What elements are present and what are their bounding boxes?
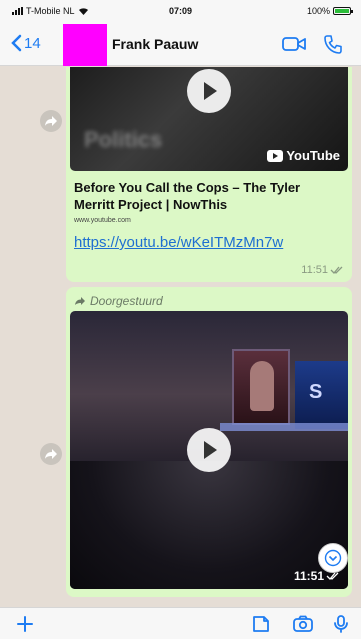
message-bubble-video[interactable]: Doorgestuurd S 11:51 <box>66 287 352 597</box>
link-domain: www.youtube.com <box>74 217 131 224</box>
chat-header: 14 Frank Paauw <box>0 22 361 66</box>
battery-icon <box>333 7 353 15</box>
unread-count: 14 <box>24 34 41 52</box>
chevron-down-icon <box>324 549 342 567</box>
forwarded-label: Doorgestuurd <box>74 291 344 311</box>
forwarded-arrow-icon <box>75 297 85 305</box>
battery-percent: 100% <box>306 6 330 16</box>
play-button[interactable] <box>187 69 231 113</box>
forward-arrow-icon <box>45 449 57 459</box>
stage-screen <box>232 349 290 425</box>
double-check-icon <box>326 572 339 580</box>
screen-text: S <box>309 381 323 403</box>
plus-icon[interactable] <box>14 614 36 634</box>
chevron-left-icon <box>11 34 22 52</box>
phone-icon[interactable] <box>322 34 346 54</box>
mic-icon[interactable] <box>330 614 352 634</box>
back-button[interactable]: 14 <box>10 34 41 52</box>
video-call-icon[interactable] <box>282 34 306 54</box>
battery-group: 100% <box>306 6 353 16</box>
contact-name[interactable]: Frank Paauw <box>112 36 198 52</box>
stage-screen-secondary: S <box>295 361 348 429</box>
link-title[interactable]: Before You Call the Cops – The Tyler Mer… <box>74 179 344 213</box>
link-url[interactable]: https://youtu.be/wKeITMzMn7w <box>74 234 344 251</box>
stage-light <box>220 423 348 431</box>
youtube-label: YouTube <box>286 148 340 163</box>
scroll-down-button[interactable] <box>318 543 348 573</box>
play-button[interactable] <box>187 428 231 472</box>
avatar[interactable] <box>63 24 107 66</box>
message-time: 11:51 <box>301 264 344 276</box>
double-check-icon <box>330 266 343 274</box>
forwarded-text: Doorgestuurd <box>90 294 163 308</box>
video-thumbnail[interactable]: S 11:51 <box>70 311 348 589</box>
thumbnail-caption: Politics <box>84 127 163 152</box>
status-bar: T-Mobile NL 07:09 100% <box>0 0 361 22</box>
sticker-icon[interactable] <box>250 614 272 634</box>
forward-button[interactable] <box>40 110 62 132</box>
camera-icon[interactable] <box>292 614 314 634</box>
youtube-badge: YouTube <box>267 148 340 163</box>
forward-arrow-icon <box>45 116 57 126</box>
video-timestamp: 11:51 <box>293 569 324 583</box>
youtube-logo-icon <box>267 149 284 162</box>
input-bar <box>0 607 361 639</box>
message-bubble-link[interactable]: Politics YouTube Before You Call the Cop… <box>66 67 352 282</box>
forward-button[interactable] <box>40 443 62 465</box>
message-timestamp: 11:51 <box>301 264 328 276</box>
video-thumbnail[interactable]: Politics YouTube <box>70 67 348 171</box>
chat-area[interactable]: Politics YouTube Before You Call the Cop… <box>0 67 361 607</box>
